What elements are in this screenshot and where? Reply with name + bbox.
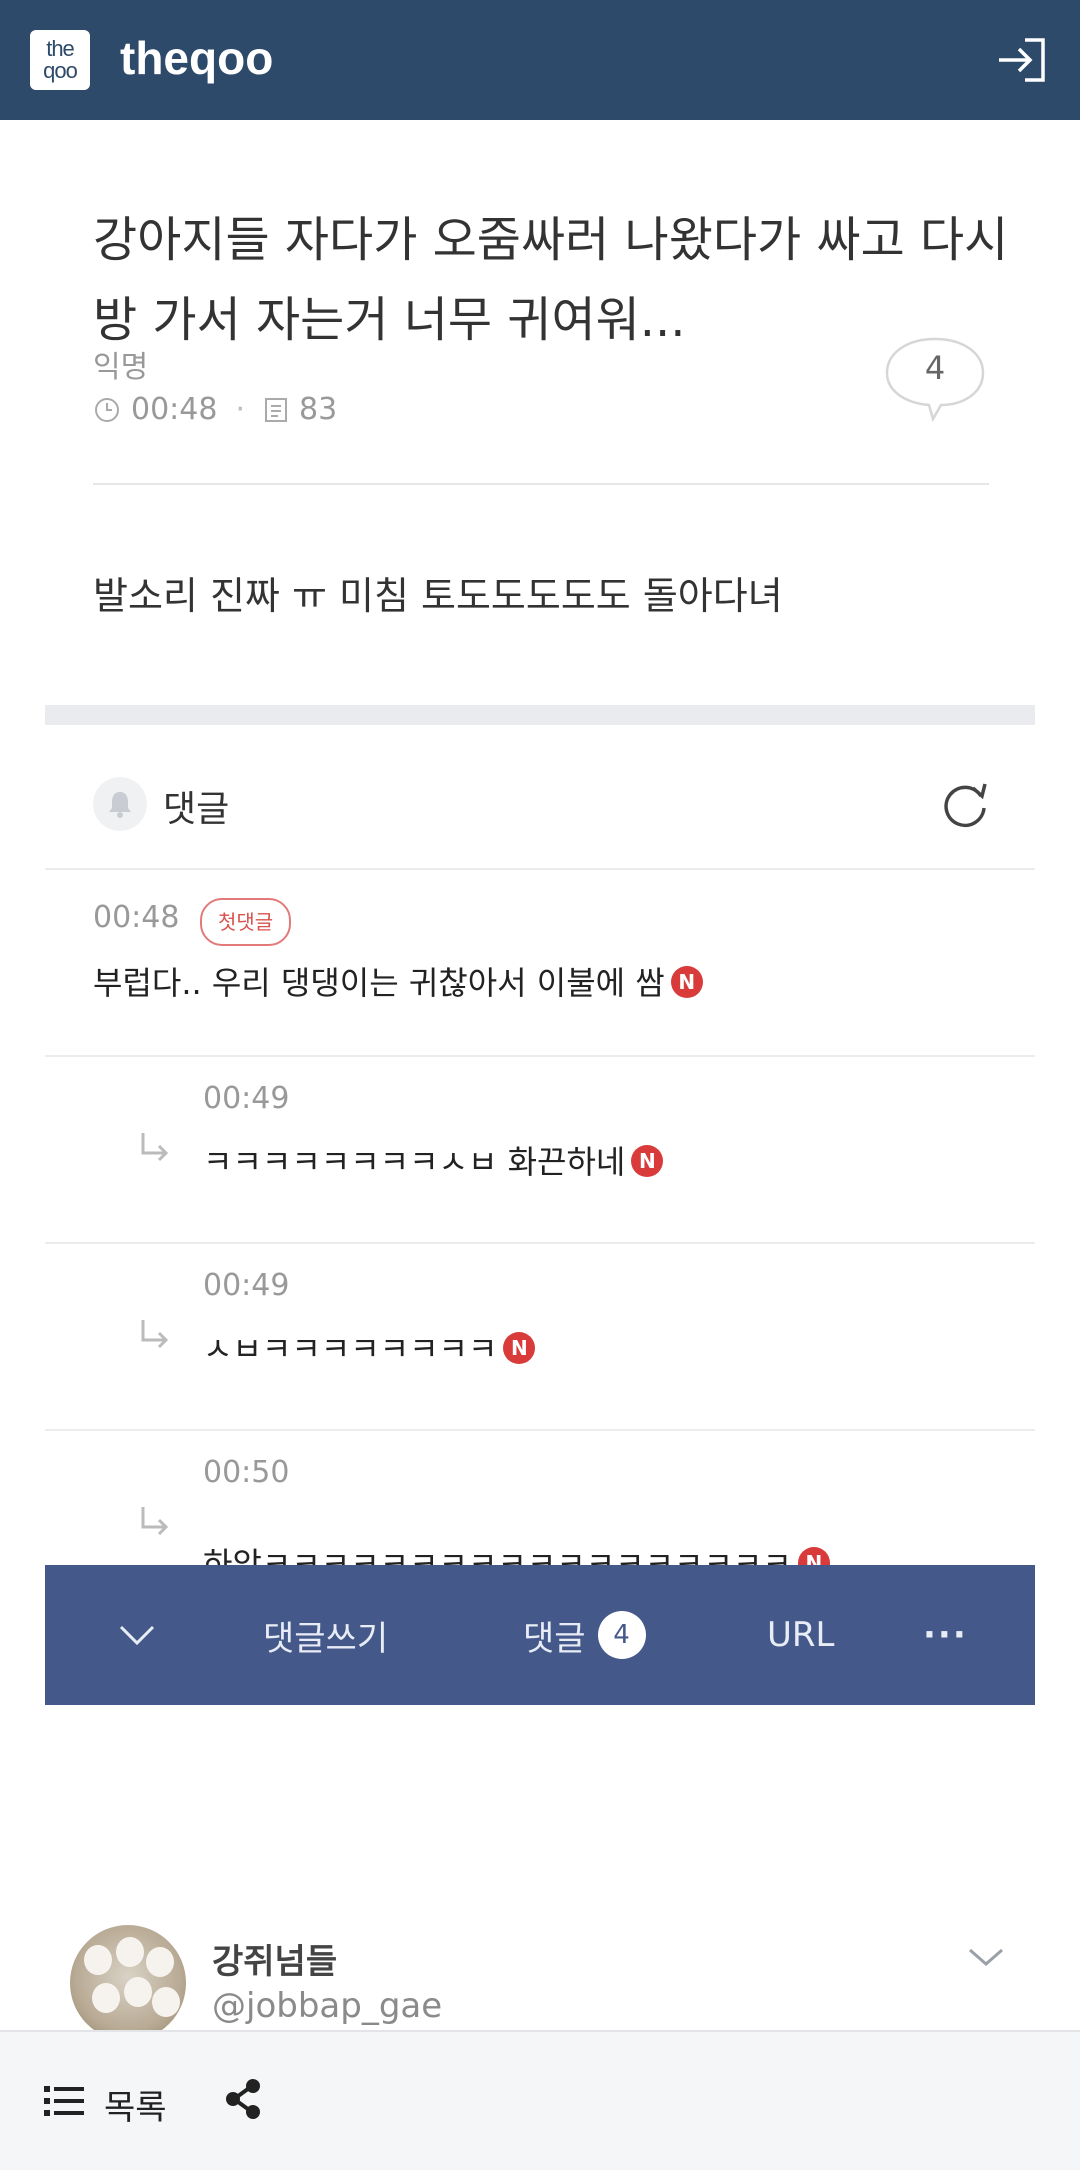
bottom-bar: 목록 <box>0 2030 1080 2170</box>
reply-arrow-icon <box>141 1320 169 1349</box>
collapse-button[interactable] <box>117 1565 157 1705</box>
new-badge: N <box>503 1332 536 1364</box>
meta-separator: · <box>235 392 246 427</box>
post-body: 발소리 진짜 ㅠ 미침 토도도도도도 돌아다녀 <box>93 574 783 618</box>
comments-button[interactable]: 댓글 4 <box>523 1565 646 1705</box>
avatar[interactable] <box>70 1925 186 2041</box>
refresh-icon[interactable] <box>935 774 995 834</box>
comment-time: 00:50 <box>203 1455 290 1490</box>
post-meta: 00:48 · 83 <box>93 392 337 427</box>
write-comment-button[interactable]: 댓글쓰기 <box>263 1565 388 1705</box>
reply-arrow-icon <box>141 1133 169 1162</box>
bell-icon[interactable] <box>93 777 147 831</box>
comment-text-row: ㅅㅂㅋㅋㅋㅋㅋㅋㅋㅋ N <box>203 1324 536 1370</box>
comment-count-bubble[interactable]: 4 <box>883 335 987 425</box>
comment-action-bar: 댓글쓰기 댓글 4 URL ··· <box>45 1565 1035 1705</box>
chevron-down-icon[interactable] <box>966 1942 1006 1972</box>
list-icon[interactable] <box>44 2084 84 2118</box>
views-icon <box>265 397 288 422</box>
reply-arrow-icon <box>141 1507 169 1536</box>
chevron-down-icon <box>119 1625 155 1646</box>
account-name: 강쥐넘들 <box>212 1942 338 1982</box>
login-icon[interactable] <box>995 36 1049 84</box>
comment-time: 00:48 <box>93 900 180 935</box>
logo-text-top: the <box>46 36 75 61</box>
comment-text: 하앜ㅋㅋㅋㅋㅋㅋㅋㅋㅋㅋㅋㅋㅋㅋㅋㅋㅋㅋ <box>203 1545 792 1565</box>
url-button[interactable]: URL <box>767 1565 834 1705</box>
avatar-dog <box>152 1987 180 2017</box>
post-author: 익명 <box>93 350 149 385</box>
comments-title: 댓글 <box>163 789 230 830</box>
comment-count: 4 <box>924 349 946 387</box>
post-views: 83 <box>299 392 338 427</box>
comment-item: 00:48 첫댓글 부럽다.. 우리 댕댕이는 귀찮아서 이불에 쌈N <box>45 870 1035 1055</box>
comment-text-row: 하앜ㅋㅋㅋㅋㅋㅋㅋㅋㅋㅋㅋㅋㅋㅋㅋㅋㅋㅋ N <box>203 1539 830 1565</box>
comment-time: 00:49 <box>203 1081 290 1116</box>
avatar-dog <box>84 1945 112 1975</box>
comment-text: ㅋㅋㅋㅋㅋㅋㅋㅋㅅㅂ 화끈하네 <box>203 1143 626 1181</box>
comments-header: 댓글 <box>45 760 1035 848</box>
comment-text: 부럽다.. 우리 댕댕이는 귀찮아서 이불에 쌈 <box>93 964 665 1002</box>
avatar-dog <box>116 1937 144 1967</box>
post-card: 강아지들 자다가 오줌싸러 나왔다가 싸고 다시 방 가서 자는거 너무 귀여워… <box>45 120 1035 1705</box>
new-badge: N <box>631 1145 664 1177</box>
bell-glyph <box>109 792 131 818</box>
comment-text-row: 부럽다.. 우리 댕댕이는 귀찮아서 이불에 쌈N <box>93 958 703 1004</box>
avatar-dog <box>146 1947 174 1977</box>
comment-text: ㅅㅂㅋㅋㅋㅋㅋㅋㅋㅋ <box>203 1330 498 1368</box>
list-button[interactable]: 목록 <box>104 2080 167 2129</box>
avatar-dog <box>124 1977 152 2007</box>
site-name[interactable]: theqoo <box>120 28 273 88</box>
site-logo[interactable]: the qoo <box>30 30 90 90</box>
reply-item: 00:49 ㅅㅂㅋㅋㅋㅋㅋㅋㅋㅋ N <box>45 1244 1035 1429</box>
comment-text-row: ㅋㅋㅋㅋㅋㅋㅋㅋㅅㅂ 화끈하네 N <box>203 1137 664 1183</box>
comments-count-badge: 4 <box>597 1611 646 1659</box>
post-time: 00:48 <box>131 392 218 427</box>
divider <box>93 483 989 485</box>
reply-item: 00:50 하앜ㅋㅋㅋㅋㅋㅋㅋㅋㅋㅋㅋㅋㅋㅋㅋㅋㅋㅋ N <box>45 1431 1035 1565</box>
account-handle[interactable]: @jobbap_gae <box>212 1986 442 2026</box>
first-comment-badge: 첫댓글 <box>200 898 292 946</box>
top-bar: the qoo theqoo <box>0 0 1080 120</box>
logo-text-bottom: qoo <box>43 58 78 83</box>
new-badge: N <box>670 966 703 998</box>
clock-icon <box>95 397 119 422</box>
comment-time: 00:49 <box>203 1268 290 1303</box>
section-separator <box>45 705 1035 725</box>
more-button[interactable]: ··· <box>923 1565 968 1705</box>
new-badge: N <box>797 1547 830 1565</box>
comments-button-label: 댓글 <box>523 1618 586 1659</box>
avatar-dog <box>92 1983 120 2013</box>
share-icon[interactable] <box>224 2078 262 2120</box>
reply-item: 00:49 ㅋㅋㅋㅋㅋㅋㅋㅋㅅㅂ 화끈하네 N <box>45 1057 1035 1242</box>
